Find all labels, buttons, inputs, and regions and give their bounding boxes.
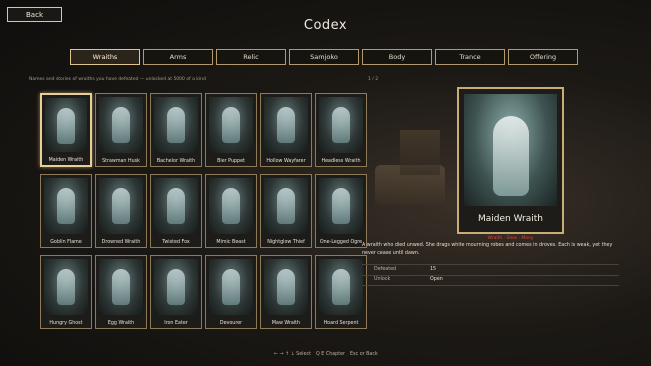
detail-art <box>464 94 557 206</box>
back-hint: Esc or Back <box>350 352 378 357</box>
card-art <box>209 178 253 234</box>
codex-card-drowned-wraith[interactable]: Drowned Wraith <box>95 174 147 248</box>
page-indicator: 1 / 2 <box>368 77 379 82</box>
card-art <box>45 98 87 152</box>
card-art <box>44 178 88 234</box>
card-name: Bier Puppet <box>217 159 245 164</box>
card-art <box>319 178 363 234</box>
card-name: One-Legged Ogre <box>319 240 363 245</box>
detail-description: A wraith who died unwed. She drags white… <box>362 243 613 256</box>
codex-card-twisted-fox[interactable]: Twisted Fox <box>150 174 202 248</box>
card-name: Strawman Husk <box>102 159 140 164</box>
codex-card-iron-eater[interactable]: Iron Eater <box>150 255 202 329</box>
card-art <box>209 259 253 315</box>
codex-card-hollow-wayfarer[interactable]: Hollow Wayfarer <box>260 93 312 167</box>
card-name: Maw Wraith <box>271 321 301 326</box>
tab-arms[interactable]: Arms <box>143 49 213 65</box>
card-art <box>319 259 363 315</box>
stat-value-unlock: Open <box>430 277 443 282</box>
divider <box>362 285 619 286</box>
card-name: Devourer <box>219 321 243 326</box>
detail-name: Maiden Wraith <box>477 214 544 224</box>
stat-label-unlock: Unlock <box>374 277 391 282</box>
tab-offering[interactable]: Offering <box>508 49 578 65</box>
card-art <box>99 259 143 315</box>
card-art <box>44 259 88 315</box>
card-art <box>264 178 308 234</box>
card-name: Hoard Serpent <box>323 321 359 326</box>
codex-subtitle: Names and stories of wraiths you have de… <box>29 77 206 82</box>
codex-card-maiden-wraith[interactable]: Maiden Wraith <box>40 93 92 167</box>
codex-card-bachelor-wraith[interactable]: Bachelor Wraith <box>150 93 202 167</box>
card-art <box>154 178 198 234</box>
card-art <box>264 97 308 153</box>
divider <box>362 264 619 265</box>
codex-card-bier-puppet[interactable]: Bier Puppet <box>205 93 257 167</box>
page-title: Codex <box>303 18 348 33</box>
codex-card-hoard-serpent[interactable]: Hoard Serpent <box>315 255 367 329</box>
card-name: Drowned Wraith <box>101 240 141 245</box>
card-name: Iron Eater <box>164 321 188 326</box>
chapter-hint: Q E Chapter <box>316 352 346 357</box>
card-name: Bachelor Wraith <box>156 159 196 164</box>
codex-card-maw-wraith[interactable]: Maw Wraith <box>260 255 312 329</box>
divider <box>362 275 619 276</box>
card-name: Goblin Flame <box>50 240 82 245</box>
card-art <box>99 97 143 153</box>
card-name: Hungry Ghost <box>49 321 83 326</box>
background-books <box>400 130 440 175</box>
card-name: Nightglow Thief <box>267 240 305 245</box>
tab-relic[interactable]: Relic <box>216 49 286 65</box>
codex-card-headless-wraith[interactable]: Headless Wraith <box>315 93 367 167</box>
tab-samjoko[interactable]: Samjoko <box>289 49 359 65</box>
card-name: Mimic Beast <box>216 240 246 245</box>
codex-card-mimic-beast[interactable]: Mimic Beast <box>205 174 257 248</box>
tab-trance[interactable]: Trance <box>435 49 505 65</box>
tab-wraiths[interactable]: Wraiths <box>70 49 140 65</box>
codex-card-goblin-flame[interactable]: Goblin Flame <box>40 174 92 248</box>
card-art <box>154 97 198 153</box>
tab-body[interactable]: Body <box>362 49 432 65</box>
card-name: Hollow Wayfarer <box>266 159 306 164</box>
card-art <box>154 259 198 315</box>
codex-card-egg-wraith[interactable]: Egg Wraith <box>95 255 147 329</box>
detail-tags: Wraith · Slow · Many <box>487 236 534 241</box>
codex-card-hungry-ghost[interactable]: Hungry Ghost <box>40 255 92 329</box>
card-name: Maiden Wraith <box>48 158 84 163</box>
card-art <box>319 97 363 153</box>
card-name: Headless Wraith <box>321 159 361 164</box>
card-art <box>99 178 143 234</box>
codex-card-devourer[interactable]: Devourer <box>205 255 257 329</box>
codex-card-one-legged-ogre[interactable]: One-Legged Ogre <box>315 174 367 248</box>
detail-card: Maiden Wraith <box>457 87 564 234</box>
stat-label-defeated: Defeated <box>374 267 397 272</box>
select-hint: ← → ↑ ↓ Select <box>274 352 311 357</box>
card-art <box>209 97 253 153</box>
card-name: Twisted Fox <box>162 240 190 245</box>
codex-card-nightglow-thief[interactable]: Nightglow Thief <box>260 174 312 248</box>
stat-value-defeated: 15 <box>430 267 437 272</box>
card-name: Egg Wraith <box>107 321 135 326</box>
codex-card-strawman-husk[interactable]: Strawman Husk <box>95 93 147 167</box>
card-art <box>264 259 308 315</box>
